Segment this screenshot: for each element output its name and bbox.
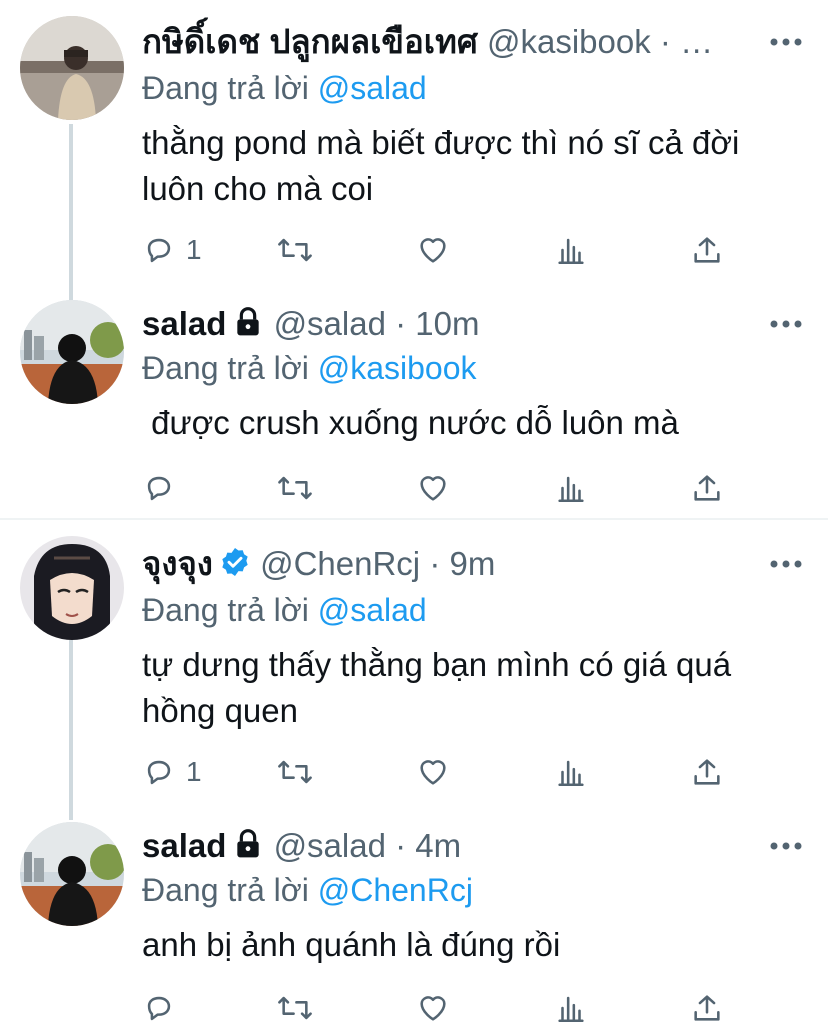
handle[interactable]: @salad — [274, 827, 386, 864]
tweet-header: salad @salad · 10m — [142, 304, 480, 344]
lock-icon — [237, 829, 260, 858]
retweet-button[interactable] — [276, 468, 314, 508]
replying-to: Đang trả lời @salad — [142, 68, 427, 108]
like-icon — [420, 760, 446, 785]
thread-line — [69, 640, 73, 820]
reply-button[interactable] — [142, 468, 186, 508]
thread-line — [69, 124, 73, 300]
handle[interactable]: @salad — [274, 305, 386, 342]
more-icon[interactable] — [770, 560, 802, 568]
replying-to-mention[interactable]: @ChenRcj — [318, 872, 473, 908]
retweet-icon — [278, 760, 312, 784]
tweet-text: thằng pond mà biết được thì nó sĩ cả đời… — [142, 124, 740, 207]
tweet-text: anh bị ảnh quánh là đúng rồi — [142, 926, 561, 963]
tweet-kasibook[interactable]: กษิดิ์เดช ปลูกผลเขือเทศ @kasibook · … Đa… — [0, 0, 828, 300]
reply-count: 1 — [186, 234, 202, 265]
like-icon — [420, 996, 446, 1021]
reply-icon — [147, 996, 171, 1021]
avatar-kasibook[interactable] — [20, 16, 124, 120]
replying-to-mention[interactable]: @salad — [318, 592, 427, 628]
reply-button[interactable]: 1 — [142, 752, 202, 792]
handle[interactable]: @ChenRcj — [260, 545, 420, 582]
share-button[interactable] — [690, 752, 724, 792]
separator: · — [395, 827, 407, 864]
tweet-text: tự dưng thấy thằng bạn mình có giá quá h… — [142, 646, 732, 729]
display-name[interactable]: กษิดิ์เดช ปลูกผลเขือเทศ — [142, 23, 478, 60]
action-bar — [142, 988, 742, 1028]
analytics-button[interactable] — [554, 752, 588, 792]
display-name[interactable]: salad — [142, 305, 226, 342]
analytics-button[interactable] — [554, 230, 588, 270]
reply-icon — [147, 760, 171, 785]
avatar-chenrcj[interactable] — [20, 536, 124, 640]
analytics-icon — [558, 760, 584, 787]
action-bar — [142, 468, 742, 508]
retweet-icon — [278, 996, 312, 1020]
handle[interactable]: @kasibook — [487, 23, 651, 60]
avatar-salad[interactable] — [20, 300, 124, 404]
more-icon[interactable] — [770, 842, 802, 850]
separator: · — [395, 305, 407, 342]
retweet-icon — [278, 238, 312, 262]
share-icon — [694, 759, 720, 785]
display-name[interactable]: salad — [142, 827, 226, 864]
retweet-button[interactable] — [276, 988, 314, 1028]
verified-badge-icon — [222, 548, 248, 576]
tweet-header: salad @salad · 4m — [142, 826, 461, 866]
reply-icon — [147, 238, 171, 263]
timestamp[interactable]: 4m — [415, 827, 461, 864]
like-button[interactable] — [416, 988, 450, 1028]
separator: · — [429, 545, 441, 582]
tweet-salad-1[interactable]: salad @salad · 10m Đang trả lời @kasiboo… — [0, 290, 828, 518]
like-icon — [420, 476, 446, 501]
timestamp[interactable]: 9m — [449, 545, 495, 582]
timestamp[interactable]: 10m — [415, 305, 479, 342]
share-icon — [694, 237, 720, 263]
tweet-salad-2[interactable]: salad @salad · 4m Đang trả lời @ChenRcj … — [0, 812, 828, 1030]
replying-to-label: Đang trả lời — [142, 872, 309, 908]
avatar-salad[interactable] — [20, 822, 124, 926]
replying-to: Đang trả lời @ChenRcj — [142, 870, 473, 910]
retweet-button[interactable] — [276, 752, 314, 792]
retweet-button[interactable] — [276, 230, 314, 270]
like-button[interactable] — [416, 468, 450, 508]
replying-to: Đang trả lời @salad — [142, 590, 427, 630]
reply-count: 1 — [186, 756, 202, 787]
tweet-header: กษิดิ์เดช ปลูกผลเขือเทศ @kasibook · … — [142, 22, 713, 62]
action-bar: 1 — [142, 752, 742, 792]
like-button[interactable] — [416, 752, 450, 792]
display-name[interactable]: จุงจุง — [142, 545, 213, 582]
reply-button[interactable]: 1 — [142, 230, 202, 270]
share-button[interactable] — [690, 988, 724, 1028]
replying-to-mention[interactable]: @salad — [318, 70, 427, 106]
analytics-button[interactable] — [554, 468, 588, 508]
share-button[interactable] — [690, 230, 724, 270]
replying-to-mention[interactable]: @kasibook — [318, 350, 477, 386]
more-icon[interactable] — [770, 38, 802, 46]
reply-button[interactable] — [142, 988, 186, 1028]
action-bar: 1 — [142, 230, 742, 270]
analytics-icon — [558, 476, 584, 503]
replying-to-label: Đang trả lời — [142, 592, 309, 628]
share-icon — [694, 995, 720, 1021]
share-button[interactable] — [690, 468, 724, 508]
analytics-icon — [558, 238, 584, 265]
replying-to-label: Đang trả lời — [142, 70, 309, 106]
share-icon — [694, 475, 720, 501]
separator: · — [659, 23, 671, 60]
tweet-chenrcj[interactable]: จุงจุง @ChenRcj · 9m Đang trả lời @salad… — [0, 520, 828, 820]
retweet-icon — [278, 476, 312, 500]
timestamp[interactable]: … — [680, 23, 713, 60]
lock-icon — [237, 307, 260, 336]
like-icon — [420, 238, 446, 263]
replying-to: Đang trả lời @kasibook — [142, 348, 477, 388]
tweet-text: được crush xuống nước dỗ luôn mà — [142, 404, 679, 441]
reply-icon — [147, 476, 171, 501]
analytics-icon — [558, 996, 584, 1023]
more-icon[interactable] — [770, 320, 802, 328]
like-button[interactable] — [416, 230, 450, 270]
replying-to-label: Đang trả lời — [142, 350, 309, 386]
tweet-header: จุงจุง @ChenRcj · 9m — [142, 544, 495, 584]
analytics-button[interactable] — [554, 988, 588, 1028]
